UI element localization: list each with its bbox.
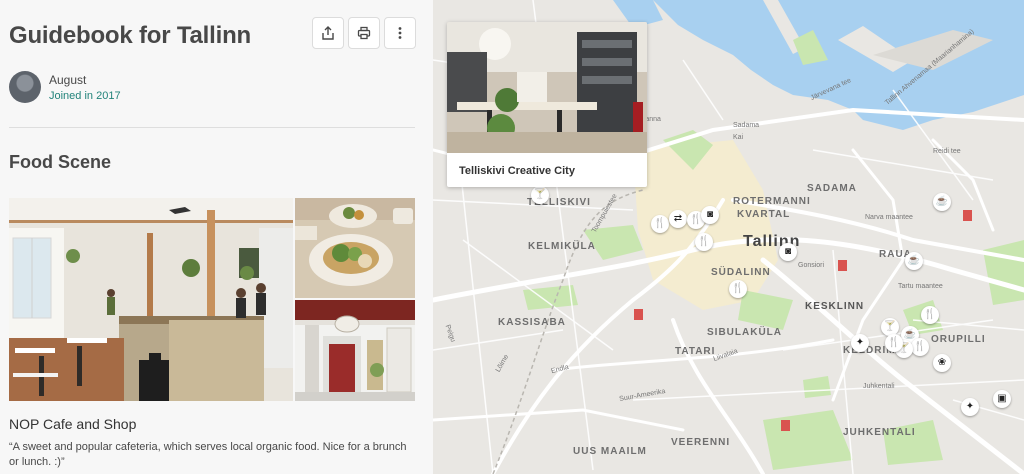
author-name[interactable]: August <box>49 73 121 87</box>
place-card[interactable]: Telliskivi Creative City <box>447 22 647 187</box>
restaurant-icon[interactable]: 🍴 <box>911 338 929 356</box>
sparkle-icon[interactable]: ✦ <box>851 334 869 352</box>
action-toolbar <box>312 17 416 49</box>
coffee-icon[interactable]: ☕ <box>905 252 923 270</box>
page-title: Guidebook for Tallinn <box>9 22 252 49</box>
place-name[interactable]: NOP Cafe and Shop <box>9 416 136 432</box>
app-root: Guidebook for Tallinn August Joined in 2… <box>0 0 1024 474</box>
guidebook-panel: Guidebook for Tallinn August Joined in 2… <box>0 0 433 474</box>
street-label: Gonsiori <box>798 262 825 269</box>
district-label: KELMIKÜLA <box>528 241 596 252</box>
district-label: UUS MAAILM <box>573 446 647 457</box>
share-icon <box>322 26 334 40</box>
street-label: Narva maantee <box>865 214 913 221</box>
share-button[interactable] <box>312 17 344 49</box>
district-label: KESKLINN <box>805 301 865 312</box>
avatar[interactable] <box>9 71 41 103</box>
restaurant-icon[interactable]: 🍴 <box>921 306 939 324</box>
place-description: “A sweet and popular cafeteria, which se… <box>9 441 407 468</box>
district-label: VEERENNI <box>671 437 731 448</box>
street-label: Sadama <box>733 122 760 129</box>
print-button[interactable] <box>348 17 380 49</box>
district-label: SIBULAKÜLA <box>707 327 782 338</box>
divider <box>9 127 415 128</box>
sparkle-icon[interactable]: ✦ <box>961 398 979 416</box>
coffee-icon[interactable]: ☕ <box>933 193 951 211</box>
district-label: SÜDALINN <box>711 267 771 278</box>
street-label: Kai <box>733 134 744 141</box>
pawprint-icon[interactable]: ❀ <box>933 354 951 372</box>
district-label: ROTERMANNI <box>733 196 811 207</box>
district-label: ORUPILLI <box>931 334 986 345</box>
district-label: SADAMA <box>807 183 857 194</box>
more-button[interactable] <box>384 17 416 49</box>
signpost-icon[interactable]: ⇄ <box>669 210 687 228</box>
cafe-interior-photo[interactable] <box>9 198 293 401</box>
camera-icon[interactable]: ◙ <box>701 206 719 224</box>
street-label: Tartu maantee <box>898 283 943 290</box>
bar-icon[interactable]: 🍸 <box>881 318 899 336</box>
district-label: JUHKENTALI <box>843 427 916 438</box>
photo-collage[interactable] <box>9 198 415 401</box>
map-view[interactable]: TELLISKIVI KELMIKÜLA ROTERMANNI KVARTAL … <box>433 0 1024 474</box>
street-label: Juhkentali <box>863 383 895 390</box>
restaurant-icon[interactable]: 🍴 <box>651 215 669 233</box>
shopping-bag-icon[interactable]: ▣ <box>993 390 1011 408</box>
place-card-photo[interactable] <box>447 22 647 153</box>
shop-entrance-photo[interactable] <box>295 300 415 401</box>
author-joined: Joined in 2017 <box>49 89 121 102</box>
street-label: Reidi tee <box>933 148 961 155</box>
district-label: KASSISABA <box>498 317 566 328</box>
restaurant-icon[interactable]: 🍴 <box>885 334 903 352</box>
district-label: TATARI <box>675 346 716 357</box>
camera-icon[interactable]: ◙ <box>779 243 797 261</box>
district-label: KVARTAL <box>737 209 791 220</box>
restaurant-icon[interactable]: 🍴 <box>695 233 713 251</box>
restaurant-icon[interactable]: 🍴 <box>729 280 747 298</box>
section-title: Food Scene <box>9 152 112 172</box>
more-vertical-icon <box>398 27 402 39</box>
place-card-title: Telliskivi Creative City <box>459 165 575 177</box>
bar-icon[interactable]: 🍸 <box>531 186 549 204</box>
author-info: August Joined in 2017 <box>49 73 121 102</box>
author-block[interactable]: August Joined in 2017 <box>9 71 121 103</box>
print-icon <box>357 26 371 40</box>
food-plate-photo[interactable] <box>295 198 415 298</box>
